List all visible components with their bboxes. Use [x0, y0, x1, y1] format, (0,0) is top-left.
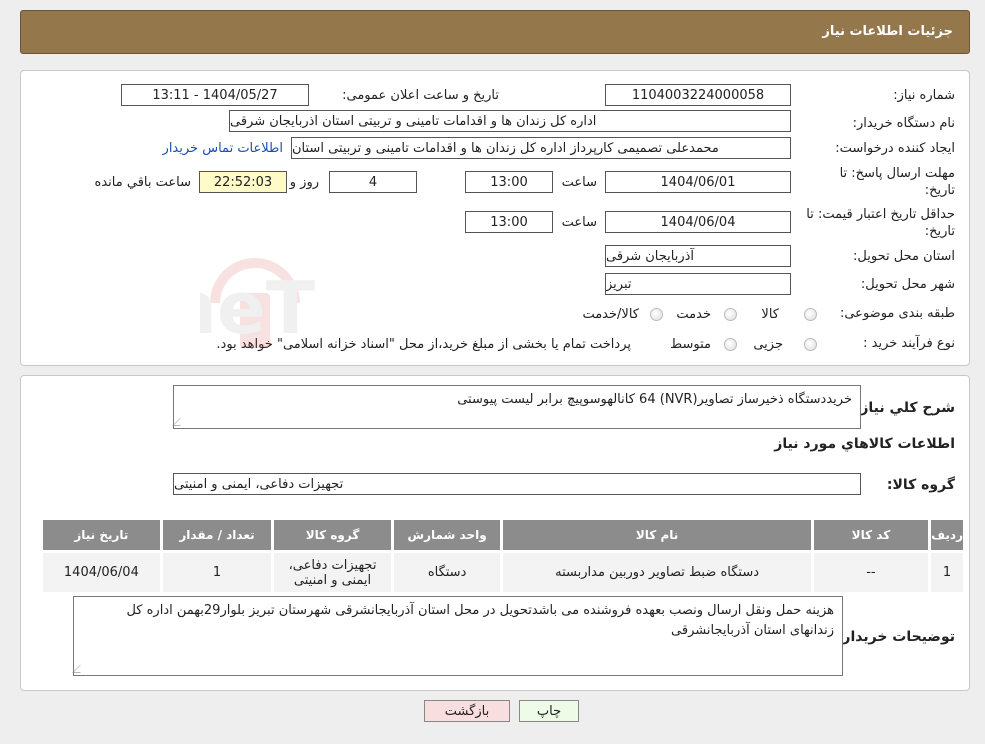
category-option-goods: کالا	[761, 307, 779, 322]
category-option-service: خدمت	[676, 307, 711, 322]
validity-time-label: ساعت	[561, 215, 597, 230]
cell-date: 1404/06/04	[40, 550, 163, 595]
process-option-medium: متوسط	[670, 337, 711, 352]
remaining-label: ساعت باقي مانده	[94, 175, 191, 190]
buyer-notes-text: هزینه حمل ونقل ارسال ونصب بعهده فروشنده …	[126, 603, 834, 638]
goods-info-title: اطلاعات کالاهاي مورد نياز	[774, 436, 955, 452]
cell-row: 1	[928, 550, 966, 595]
process-note: پرداخت تمام یا بخشی از مبلغ خرید،از محل …	[216, 337, 631, 352]
category-radio-both[interactable]	[650, 308, 663, 321]
summary-label: شرح کلي نياز:	[854, 400, 955, 416]
city-field: تبریز	[605, 273, 791, 295]
process-label: نوع فرآیند خرید :	[863, 336, 955, 351]
need-number-label: شماره نیاز:	[893, 88, 955, 103]
buyer-org-field: اداره کل زندان ها و اقدامات تامینی و ترب…	[229, 110, 791, 132]
buyer-notes-label: توضیحات خریدار:	[836, 629, 955, 645]
validity-time-field: 13:00	[465, 211, 553, 233]
buyer-contact-link[interactable]: اطلاعات تماس خریدار	[163, 141, 283, 156]
table-header-row: ردیف کد کالا نام کالا واحد شمارش گروه کا…	[40, 517, 966, 553]
cell-code: --	[810, 550, 932, 595]
validity-label-1: حداقل تاریخ اعتبار قیمت: تا	[806, 207, 955, 222]
goods-group-label: گروه کالا:	[886, 477, 955, 493]
announce-field: 1404/05/27 - 13:11	[121, 84, 309, 106]
process-option-minor: جزیی	[753, 337, 783, 352]
deadline-label-2: تاریخ:	[924, 183, 955, 198]
page-title: جزئیات اطلاعات نیاز	[822, 24, 953, 39]
cell-name: دستگاه ضبط تصاویر دوربین مداربسته	[500, 550, 814, 595]
city-label: شهر محل تحویل:	[860, 277, 955, 292]
buyer-org-label: نام دستگاه خریدار:	[852, 116, 955, 131]
table-row: 1 -- دستگاه ضبط تصاویر دوربین مداربسته د…	[40, 550, 966, 595]
deadline-time-field: 13:00	[465, 171, 553, 193]
col-code-header: کد کالا	[810, 517, 932, 553]
remaining-time-field: 22:52:03	[199, 171, 287, 193]
cell-qty: 1	[159, 550, 275, 595]
creator-field: محمدعلی تصمیمی کارپرداز اداره کل زندان ه…	[291, 137, 791, 159]
col-date-header: تاریخ نیاز	[40, 517, 163, 553]
process-radio-medium[interactable]	[724, 338, 737, 351]
buyer-notes-textarea[interactable]: هزینه حمل ونقل ارسال ونصب بعهده فروشنده …	[72, 596, 843, 676]
category-option-both: کالا/خدمت	[582, 307, 639, 322]
summary-text: خریددستگاه ذخیرساز تصاویر(NVR) 64 کاناله…	[457, 392, 852, 407]
deadline-time-label: ساعت	[561, 175, 597, 190]
province-field: آذربایجان شرقی	[605, 245, 791, 267]
announce-label: تاریخ و ساعت اعلان عمومی:	[342, 88, 499, 103]
creator-label: ایجاد کننده درخواست:	[835, 141, 955, 156]
col-row-header: ردیف	[928, 517, 966, 553]
days-field: 4	[329, 171, 417, 193]
category-radio-goods[interactable]	[804, 308, 817, 321]
print-button[interactable]: چاپ	[519, 700, 579, 722]
need-details-panel: شرح کلي نياز: خریددستگاه ذخیرساز تصاویر(…	[20, 375, 970, 691]
goods-table: ردیف کد کالا نام کالا واحد شمارش گروه کا…	[40, 517, 966, 595]
deadline-date-field: 1404/06/01	[605, 171, 791, 193]
col-unit-header: واحد شمارش	[390, 517, 504, 553]
col-qty-header: تعداد / مقدار	[159, 517, 275, 553]
page-header: جزئیات اطلاعات نیاز	[20, 10, 970, 54]
process-radio-minor[interactable]	[804, 338, 817, 351]
col-name-header: نام کالا	[500, 517, 814, 553]
validity-label-2: تاریخ:	[924, 224, 955, 239]
resize-grip-icon	[172, 418, 188, 426]
need-info-panel: شماره نیاز: 1104003224000058 تاریخ و ساع…	[20, 70, 970, 366]
validity-date-field: 1404/06/04	[605, 211, 791, 233]
back-button[interactable]: بازگشت	[424, 700, 510, 722]
resize-grip-icon	[72, 665, 88, 673]
cell-group: تجهیزات دفاعی، ایمنی و امنیتی	[271, 550, 394, 595]
cell-unit: دستگاه	[390, 550, 504, 595]
goods-group-field: تجهیزات دفاعی، ایمنی و امنیتی	[173, 473, 861, 495]
col-group-header: گروه کالا	[271, 517, 394, 553]
category-label: طبقه بندی موضوعی:	[839, 306, 955, 321]
need-number-field: 1104003224000058	[605, 84, 791, 106]
deadline-label-1: مهلت ارسال پاسخ: تا	[839, 166, 955, 181]
summary-textarea[interactable]: خریددستگاه ذخیرساز تصاویر(NVR) 64 کاناله…	[172, 385, 861, 429]
province-label: استان محل تحویل:	[853, 249, 955, 264]
category-radio-service[interactable]	[724, 308, 737, 321]
days-label: روز و	[289, 175, 319, 190]
